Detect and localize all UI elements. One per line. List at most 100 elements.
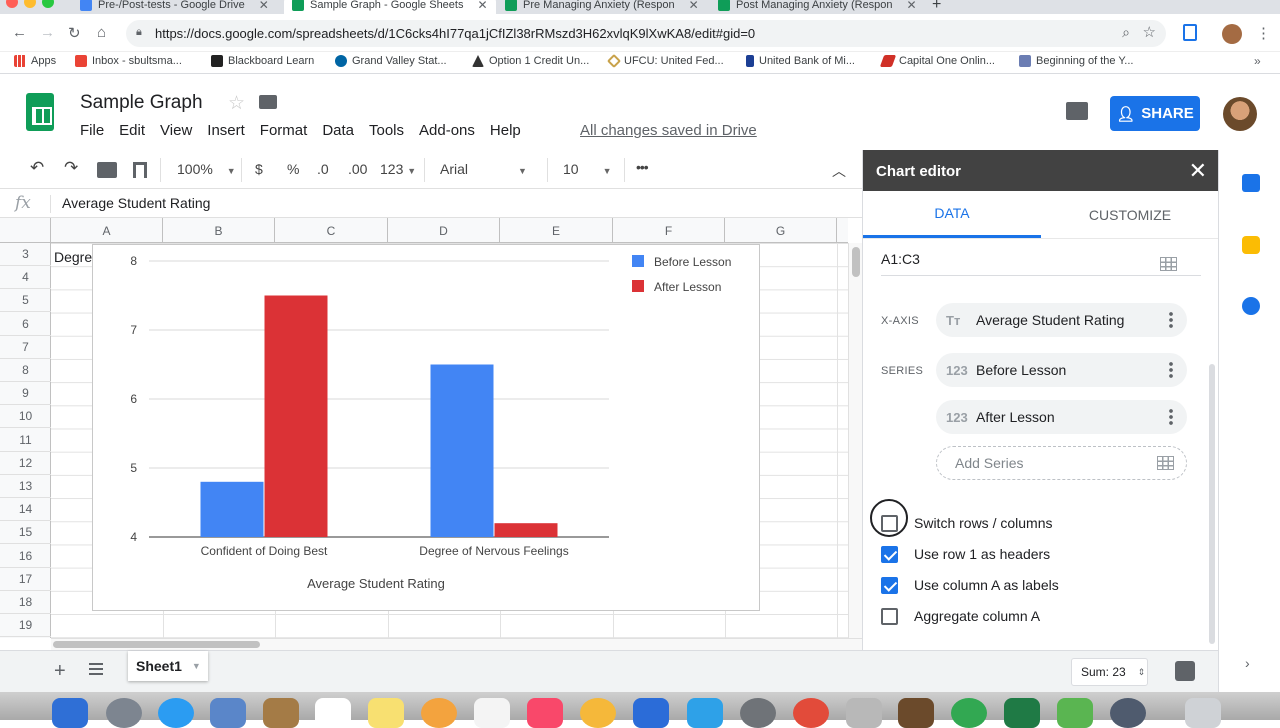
row-header-19[interactable]: 19 xyxy=(0,614,51,638)
browser-tab-post-anxiety[interactable]: Post Managing Anxiety (Respon ✕ xyxy=(718,0,917,14)
browser-tab-sample-graph[interactable]: Sample Graph - Google Sheets ✕ xyxy=(284,0,496,14)
star-icon[interactable]: ☆ xyxy=(228,92,245,115)
row-header-7[interactable]: 7 xyxy=(0,336,51,359)
mail-icon[interactable] xyxy=(210,698,246,728)
decrease-decimal-button[interactable]: .0 xyxy=(317,161,329,177)
font-size-select[interactable]: 10 ▼ xyxy=(563,161,612,177)
print-icon[interactable] xyxy=(97,162,117,178)
row-header-3[interactable]: 3 xyxy=(0,243,51,266)
scroll-thumb[interactable] xyxy=(852,247,860,277)
switch-rows-columns-checkbox[interactable] xyxy=(881,515,898,532)
row-header-6[interactable]: 6 xyxy=(0,313,51,336)
finder-icon[interactable] xyxy=(52,698,88,728)
sum-display[interactable]: Sum: 23 ⇕ xyxy=(1071,658,1148,686)
back-icon[interactable]: ← xyxy=(12,24,27,41)
row-header-9[interactable]: 9 xyxy=(0,382,51,406)
sheet-tab-sheet1[interactable]: Sheet1 ▼ xyxy=(128,651,208,681)
more-bookmarks-icon[interactable]: » xyxy=(1254,54,1261,68)
bookmark-beginning[interactable]: Beginning of the Y... xyxy=(1019,55,1133,67)
launchpad-icon[interactable] xyxy=(106,698,142,728)
percent-format-button[interactable]: % xyxy=(287,161,299,177)
paint-format-icon[interactable] xyxy=(133,162,147,178)
close-tab-icon[interactable]: ✕ xyxy=(689,0,699,12)
profile-avatar[interactable] xyxy=(1222,24,1242,44)
select-range-icon[interactable] xyxy=(1157,456,1174,470)
font-select[interactable]: Arial ▼ xyxy=(440,161,527,177)
downloads-folder-icon[interactable] xyxy=(1110,698,1146,728)
select-all-corner[interactable] xyxy=(0,218,51,243)
embedded-chart[interactable]: 4 5 6 7 8 Confident of Doing Best Degree of N… xyxy=(92,244,760,611)
contacts-icon[interactable] xyxy=(263,698,299,728)
select-range-icon[interactable] xyxy=(1160,257,1177,271)
keep-icon[interactable] xyxy=(1242,236,1260,254)
keynote-icon[interactable] xyxy=(633,698,669,728)
use-row1-headers-checkbox[interactable] xyxy=(881,546,898,563)
bookmark-capital-one[interactable]: Capital One Onlin... xyxy=(879,55,995,67)
more-formats-select[interactable]: 123 ▼ xyxy=(380,161,416,177)
row-header-17[interactable]: 17 xyxy=(0,568,51,591)
kebab-menu-icon[interactable] xyxy=(1169,361,1173,379)
menu-insert[interactable]: Insert xyxy=(207,122,245,139)
aggregate-colA-checkbox[interactable] xyxy=(881,608,898,625)
column-header-g[interactable]: G xyxy=(725,218,837,243)
bookmark-gvsu[interactable]: Grand Valley Stat... xyxy=(335,55,447,67)
folder-icon[interactable] xyxy=(259,95,277,109)
row-header-8[interactable]: 8 xyxy=(0,359,51,382)
safari-icon[interactable] xyxy=(158,698,194,728)
row-header-15[interactable]: 15 xyxy=(0,521,51,545)
close-icon[interactable]: ✕ xyxy=(1189,158,1207,184)
window-controls[interactable] xyxy=(6,0,54,8)
music-icon[interactable] xyxy=(527,698,563,728)
bookmark-star-icon[interactable]: ☆ xyxy=(1143,23,1156,41)
browser-menu-icon[interactable]: ⋮ xyxy=(1256,24,1271,42)
sheets-logo-icon[interactable] xyxy=(26,93,54,131)
new-tab-button[interactable]: + xyxy=(932,0,941,14)
all-sheets-icon[interactable] xyxy=(89,663,103,675)
kebab-menu-icon[interactable] xyxy=(1169,311,1173,329)
increase-decimal-button[interactable]: .00 xyxy=(348,161,367,177)
bookmark-united-bank[interactable]: United Bank of Mi... xyxy=(746,55,855,67)
docs-extension-icon[interactable] xyxy=(1183,24,1197,41)
menu-tools[interactable]: Tools xyxy=(369,122,404,139)
collapse-toolbar-icon[interactable]: ︿ xyxy=(832,161,846,181)
series-chip-before-lesson[interactable]: 123 Before Lesson xyxy=(936,353,1187,387)
notes-icon[interactable] xyxy=(368,698,404,728)
row-header-4[interactable]: 4 xyxy=(0,266,51,290)
column-header-d[interactable]: D xyxy=(388,218,500,243)
column-header-c[interactable]: C xyxy=(275,218,388,243)
use-colA-labels-checkbox[interactable] xyxy=(881,577,898,594)
home-icon[interactable]: ⌂ xyxy=(97,24,106,41)
bookmark-inbox[interactable]: Inbox - sbultsma... xyxy=(75,55,182,67)
url-field[interactable]: 🔒︎ https://docs.google.com/spreadsheets/… xyxy=(126,20,1166,47)
menu-format[interactable]: Format xyxy=(260,122,308,139)
bookmark-option1[interactable]: Option 1 Credit Un... xyxy=(472,55,589,67)
menu-data[interactable]: Data xyxy=(322,122,354,139)
tasks-icon[interactable] xyxy=(1242,297,1260,315)
row-header-13[interactable]: 13 xyxy=(0,475,51,498)
reload-icon[interactable]: ↻ xyxy=(68,24,81,42)
photo-booth-icon[interactable] xyxy=(898,698,934,728)
account-avatar[interactable] xyxy=(1223,97,1257,131)
close-tab-icon[interactable]: ✕ xyxy=(477,0,487,12)
close-window-icon[interactable] xyxy=(6,0,18,8)
menu-addons[interactable]: Add-ons xyxy=(419,122,475,139)
zoom-select[interactable]: 100% ▼ xyxy=(177,161,236,177)
expand-panel-icon[interactable]: › xyxy=(1245,655,1250,671)
row-header-18[interactable]: 18 xyxy=(0,591,51,614)
undo-icon[interactable]: ↶ xyxy=(30,158,44,178)
more-options-icon[interactable]: ••• xyxy=(636,159,649,175)
browser-tab-pre-anxiety[interactable]: Pre Managing Anxiety (Respon ✕ xyxy=(505,0,699,14)
column-header-a[interactable]: A xyxy=(51,218,163,243)
calendar-app-icon[interactable] xyxy=(315,698,351,728)
add-sheet-button[interactable]: + xyxy=(54,660,66,683)
row-header-10[interactable]: 10 xyxy=(0,405,51,429)
menu-edit[interactable]: Edit xyxy=(119,122,145,139)
horizontal-scrollbar[interactable] xyxy=(51,638,862,650)
bookmark-ufcu[interactable]: UFCU: United Fed... xyxy=(606,53,724,69)
app-store-icon[interactable] xyxy=(687,698,723,728)
menu-file[interactable]: File xyxy=(80,122,104,139)
chevron-down-icon[interactable]: ▼ xyxy=(192,661,201,671)
menu-help[interactable]: Help xyxy=(490,122,521,139)
column-header-b[interactable]: B xyxy=(163,218,275,243)
data-range-input[interactable]: A1:C3 xyxy=(881,251,920,267)
